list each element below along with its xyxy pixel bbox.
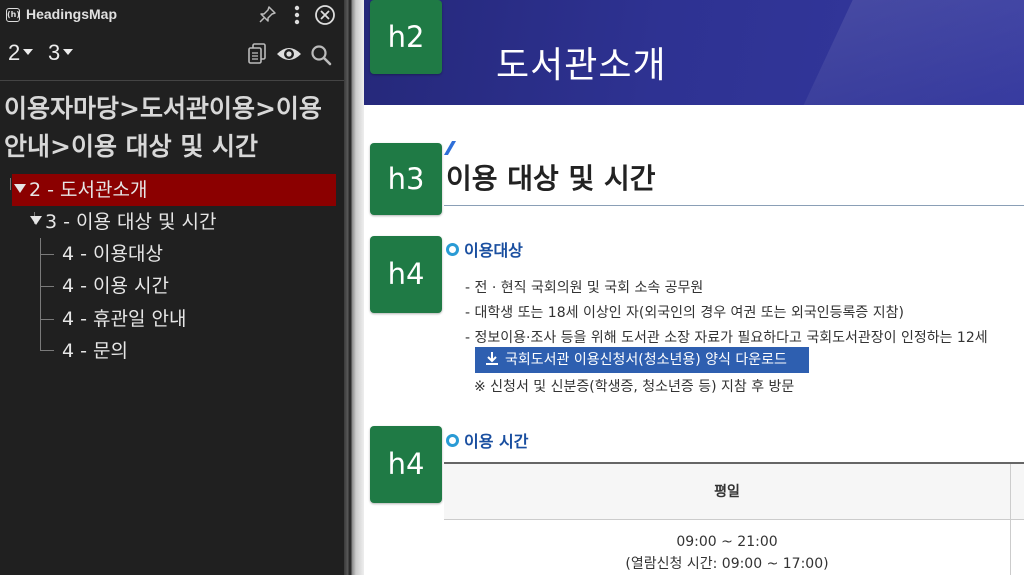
list-item: - 전 · 현직 국회의원 및 국회 소속 공무원 [465,280,704,296]
ring-bullet-icon [446,243,459,256]
download-form-button[interactable]: 국회도서관 이용신청서(청소년용) 양식 다운로드 [475,347,809,373]
tree-item-h3[interactable]: 3 - 이용 대상 및 시간 [30,206,217,238]
ring-bullet-icon [446,434,459,447]
tree-item-h4[interactable]: 4 - 문의 [62,335,128,367]
download-label: 국회도서관 이용신청서(청소년용) 양식 다운로드 [505,352,787,368]
heading-badge-h3: h3 [370,143,442,215]
heading-accent-mark [443,141,457,155]
copy-icon[interactable] [246,42,268,66]
tree-line [10,178,11,190]
subheading-hours: 이용 시간 [446,428,528,452]
headingsmap-panel: (h) HeadingsMap 2 3 이용자마당>도서관이용>이용 안내>이용… [0,0,344,575]
heading-badge-h4: h4 [370,236,442,313]
chevron-down-icon [63,49,74,56]
panel-toolbar: 2 3 [0,36,344,74]
app-title: HeadingsMap [26,6,118,22]
tree-item-h4[interactable]: 4 - 이용대상 [62,238,163,270]
page-content: 이용 대상 및 시간 이용대상 - 전 · 현직 국회의원 및 국회 소속 공무… [364,105,1024,575]
subheading-label: 이용대상 [464,241,523,260]
tree-line [40,286,54,287]
tree-item-label: 4 - 이용대상 [62,243,163,265]
menu-icon[interactable] [286,4,308,26]
heading-divider [444,205,1024,206]
web-page: 도서관소개 이용 대상 및 시간 이용대상 - 전 · 현직 국회의원 및 국회… [364,0,1024,575]
subheading-label: 이용 시간 [464,432,529,451]
document-title-line-2: 안내>이용 대상 및 시간 [4,132,259,161]
level-3-label: 3 [48,40,61,65]
tree-item-h4[interactable]: 4 - 이용 시간 [62,270,169,302]
banner-title: 도서관소개 [496,45,667,86]
column-header-weekday: 평일 [714,484,740,500]
section-heading: 이용 대상 및 시간 [446,162,656,195]
tree-item-label: 2 - 도서관소개 [29,179,148,201]
table-cell-border [1010,520,1011,575]
tree-item-label: 3 - 이용 대상 및 시간 [45,211,217,233]
tree-line [40,350,54,351]
table-header-cell [1010,464,1024,520]
tree-line [40,319,54,320]
subheading-target: 이용대상 [446,237,523,261]
heading-level-2-dropdown[interactable]: 2 [8,40,34,66]
document-title: 이용자마당>도서관이용>이용 안내>이용 대상 및 시간 [4,90,340,166]
weekday-hours: 09:00 ~ 21:00 [676,534,778,550]
headingsmap-logo-icon: (h) [6,8,20,22]
weekday-hours-note: (열람신청 시간: 09:00 ~ 17:00) [625,556,829,572]
eye-icon[interactable] [275,44,303,64]
heading-badge-h2: h2 [370,0,442,74]
level-2-label: 2 [8,40,21,65]
triangle-down-icon[interactable] [30,216,42,225]
close-icon[interactable] [314,4,336,26]
list-item: - 대학생 또는 18세 이상인 자(외국인의 경우 여권 또는 외국인등록증 … [465,305,904,321]
search-icon[interactable] [310,44,332,66]
tree-item-label: 4 - 이용 시간 [62,275,169,297]
tree-item-h4[interactable]: 4 - 휴관일 안내 [62,303,186,335]
pin-icon[interactable] [256,4,278,26]
heading-badge-h4: h4 [370,426,442,503]
toolbar-divider [0,80,344,81]
list-item: - 정보이용·조사 등을 위해 도서관 소장 자료가 필요하다고 국회도서관장이… [465,330,988,346]
download-icon [486,352,498,365]
tree-line [40,254,54,255]
page-banner: 도서관소개 [364,0,1024,105]
tree-item-h2[interactable]: 2 - 도서관소개 [12,174,336,206]
panel-titlebar: (h) HeadingsMap [0,0,344,30]
panel-splitter[interactable] [344,0,364,575]
heading-level-3-dropdown[interactable]: 3 [48,40,74,66]
hours-table: 평일 09:00 ~ 21:00 (열람신청 시간: 09:00 ~ 17:00… [444,462,1024,575]
banner-decoration [796,0,1024,105]
chevron-down-icon [23,49,34,56]
tree-item-label: 4 - 문의 [62,340,128,362]
note-text: ※ 신청서 및 신분증(학생증, 청소년증 등) 지참 후 방문 [474,379,795,395]
tree-item-label: 4 - 휴관일 안내 [62,308,187,330]
triangle-down-icon[interactable] [14,184,26,193]
document-title-line-1: 이용자마당>도서관이용>이용 [4,94,322,123]
